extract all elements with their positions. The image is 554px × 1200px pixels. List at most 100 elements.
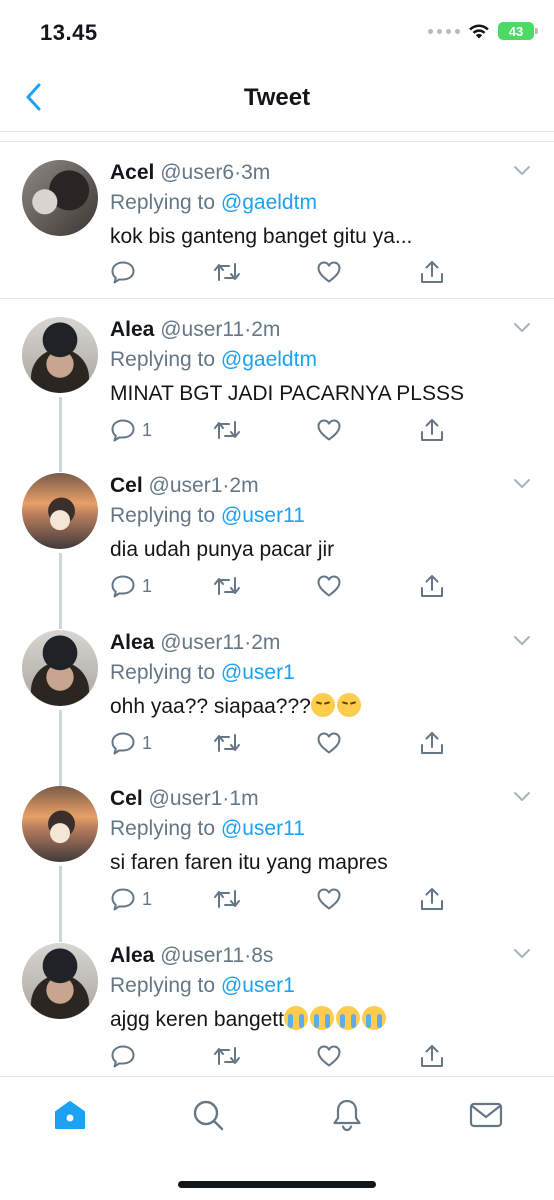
chevron-down-icon[interactable] xyxy=(512,634,532,648)
tweet-header: Alea @user11·8s xyxy=(110,941,534,971)
chevron-down-icon[interactable] xyxy=(512,477,532,491)
chevron-down-icon[interactable] xyxy=(512,321,532,335)
home-icon xyxy=(55,1101,85,1129)
reply-count: 1 xyxy=(142,575,153,596)
pensive-face-icon xyxy=(336,693,361,717)
tab-messages[interactable] xyxy=(466,1095,506,1135)
replying-to: Replying to @user1 xyxy=(110,971,534,1001)
retweet-button[interactable] xyxy=(213,415,241,445)
tweet-text: dia udah punya pacar jir xyxy=(110,538,335,561)
mention-link[interactable]: @gaeldtm xyxy=(221,348,317,371)
separator-dot: · xyxy=(234,161,242,184)
display-name[interactable]: Cel xyxy=(110,787,143,810)
home-indicator xyxy=(178,1181,376,1188)
avatar[interactable] xyxy=(22,786,98,862)
like-button[interactable] xyxy=(316,257,342,287)
display-name[interactable]: Alea xyxy=(110,944,154,967)
avatar[interactable] xyxy=(22,317,98,393)
display-name[interactable]: Cel xyxy=(110,474,143,497)
retweet-button[interactable] xyxy=(213,1041,241,1071)
mention-link[interactable]: @user1 xyxy=(221,661,295,684)
like-button[interactable] xyxy=(316,571,342,601)
tab-notifications[interactable] xyxy=(327,1095,367,1135)
tweet-actions: 1 xyxy=(110,884,450,914)
share-button[interactable] xyxy=(419,415,445,445)
status-bar: 13.45 43 xyxy=(0,0,554,62)
reply-button[interactable]: 1 xyxy=(110,415,152,445)
chevron-down-icon[interactable] xyxy=(512,947,532,961)
replying-label: Replying to xyxy=(110,348,216,371)
tweet[interactable]: Alea @user11·2m Replying to @gaeldtm MIN… xyxy=(0,299,554,455)
search-icon xyxy=(193,1100,224,1131)
like-button[interactable] xyxy=(316,1041,342,1071)
tweet[interactable]: Alea @user11·8s Replying to @user1 ajgg … xyxy=(0,925,554,1076)
tweet[interactable]: Cel @user1·1m Replying to @user11 si far… xyxy=(0,768,554,925)
avatar[interactable] xyxy=(22,943,98,1019)
tweet-text-body: ohh yaa?? siapaa??? xyxy=(110,695,311,718)
mention-link[interactable]: @user11 xyxy=(221,817,305,840)
share-button[interactable] xyxy=(419,884,445,914)
display-name[interactable]: Acel xyxy=(110,161,154,184)
display-name[interactable]: Alea xyxy=(110,318,154,341)
tweet-header: Cel @user1·2m xyxy=(110,471,534,501)
share-icon xyxy=(421,1045,443,1067)
reply-button[interactable] xyxy=(110,257,142,287)
share-button[interactable] xyxy=(419,257,445,287)
username: @user1 xyxy=(148,787,223,810)
tweet-text: kok bis ganteng banget gitu ya... xyxy=(110,225,413,248)
reply-icon xyxy=(111,261,135,284)
mention-link[interactable]: @user11 xyxy=(221,504,305,527)
reply-count: 1 xyxy=(142,888,153,909)
reply-button[interactable]: 1 xyxy=(110,728,152,758)
chevron-down-icon[interactable] xyxy=(512,790,532,804)
retweet-icon xyxy=(214,577,240,595)
like-button[interactable] xyxy=(316,884,342,914)
notifications-icon xyxy=(333,1099,361,1132)
reply-count: 1 xyxy=(142,732,153,753)
reply-button[interactable]: 1 xyxy=(110,571,152,601)
tab-home[interactable] xyxy=(50,1095,90,1135)
timestamp: 2m xyxy=(229,474,259,497)
like-button[interactable] xyxy=(316,415,342,445)
replying-to: Replying to @user11 xyxy=(110,501,534,531)
share-icon xyxy=(421,575,443,597)
tweet-content: Alea @user11·8s Replying to @user1 ajgg … xyxy=(110,941,534,1035)
reply-button[interactable]: 1 xyxy=(110,884,152,914)
share-button[interactable] xyxy=(419,1041,445,1071)
replying-label: Replying to xyxy=(110,191,216,214)
mention-link[interactable]: @gaeldtm xyxy=(221,191,317,214)
tweet[interactable]: Cel @user1·2m Replying to @user11 dia ud… xyxy=(0,455,554,612)
tweet-text: si faren faren itu yang mapres xyxy=(110,851,388,874)
like-button[interactable] xyxy=(316,728,342,758)
replying-to: Replying to @user1 xyxy=(110,658,534,688)
heart-icon xyxy=(317,575,341,597)
replying-label: Replying to xyxy=(110,504,216,527)
reply-button[interactable] xyxy=(110,1041,142,1071)
status-time: 13.45 xyxy=(40,20,98,45)
heart-icon xyxy=(317,1045,341,1067)
avatar[interactable] xyxy=(22,473,98,549)
messages-icon xyxy=(469,1102,503,1128)
chevron-down-icon[interactable] xyxy=(512,164,532,178)
mention-link[interactable]: @user1 xyxy=(221,974,295,997)
tweet[interactable]: Alea @user11·2m Replying to @user1 ohh y… xyxy=(0,612,554,768)
display-name[interactable]: Alea xyxy=(110,631,154,654)
retweet-button[interactable] xyxy=(213,571,241,601)
retweet-button[interactable] xyxy=(213,728,241,758)
tweet[interactable]: Acel @user6·3m Replying to @gaeldtm kok … xyxy=(0,142,554,299)
avatar[interactable] xyxy=(22,630,98,706)
tweet-text: ajgg keren bangett xyxy=(110,1005,534,1035)
share-button[interactable] xyxy=(419,728,445,758)
avatar[interactable] xyxy=(22,160,98,236)
tweet-actions: 1 xyxy=(110,415,450,445)
tweet-actions xyxy=(110,257,450,287)
retweet-button[interactable] xyxy=(213,884,241,914)
loudly-crying-face-icon xyxy=(309,1006,334,1030)
reply-icon xyxy=(111,575,135,598)
share-button[interactable] xyxy=(419,571,445,601)
share-icon xyxy=(421,261,443,283)
share-icon xyxy=(421,888,443,910)
username: @user11 xyxy=(160,631,245,654)
tab-search[interactable] xyxy=(188,1095,228,1135)
retweet-button[interactable] xyxy=(213,257,241,287)
